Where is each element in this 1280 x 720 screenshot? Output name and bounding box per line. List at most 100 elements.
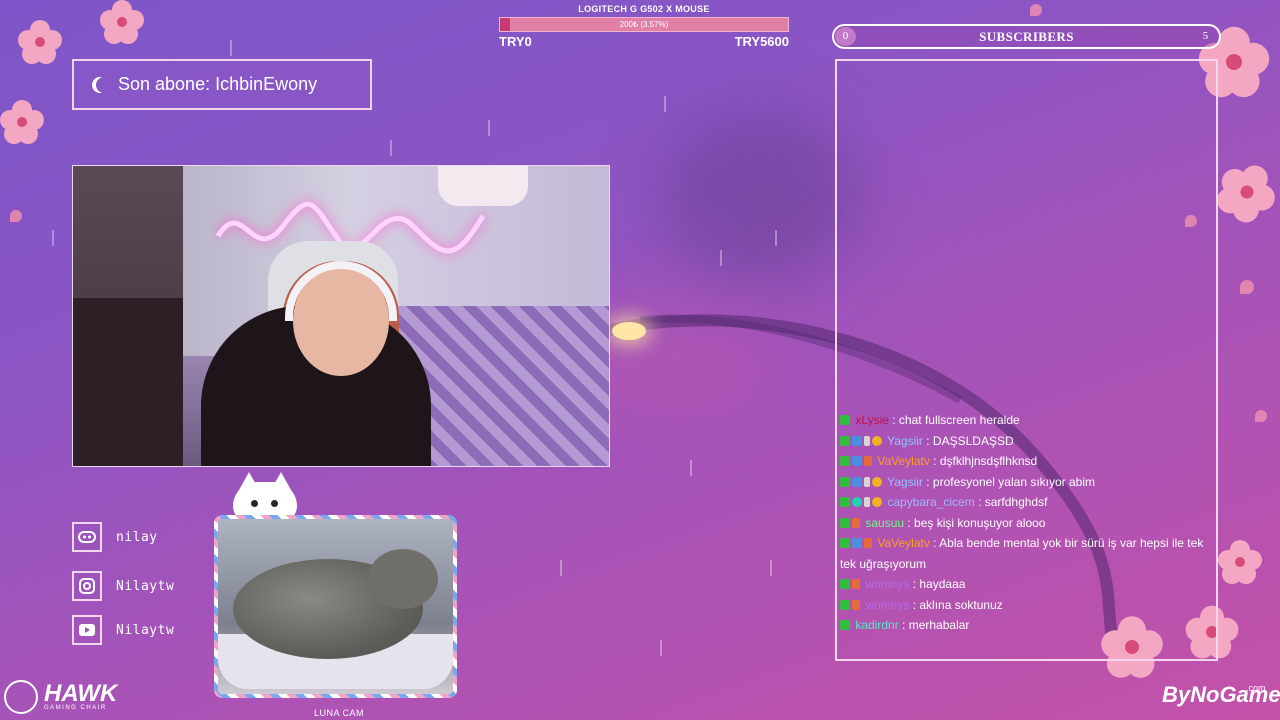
kick-badge-icon [840,620,850,630]
chat-text: : chat fullscreen heralde [892,413,1020,427]
lamp-glow [612,322,646,340]
rain-drop [690,460,692,476]
youtube-icon [72,615,102,645]
chat-text: : dşfklhjnsdşflhknsd [933,454,1038,468]
blossom-decoration [100,0,144,44]
kick-badge-icon [840,579,850,589]
bynogame-domain: .com [1246,683,1266,693]
rain-drop [390,140,392,156]
bits-badge-icon [864,476,870,487]
social-discord: nilay [72,522,158,552]
subscriber-badge-icon [852,435,862,446]
petal-decoration [1030,4,1042,16]
chat-username: VaVeylatv [877,536,930,550]
chat-message: capybara_cicem : sarfdhghdsf [840,492,1215,513]
chat-panel: xLysie : chat fullscreen heralde Yagsiir… [840,410,1215,636]
social-instagram: Nilaytw [72,571,174,601]
kick-badge-icon [840,476,850,487]
petal-decoration [1240,280,1254,294]
chat-username: VaVeylatv [877,454,930,468]
cat-cam-label: LUNA CAM [314,708,365,718]
goal-progress-text: 200₺ (3.57%) [619,20,669,29]
blossom-decoration [1208,153,1280,231]
subscribers-label: SUBSCRIBERS [979,29,1074,44]
goal-title: LOGITECH G G502 X MOUSE [578,4,710,14]
social-label-youtube: Nilaytw [116,622,175,638]
kick-badge-icon [840,517,850,528]
nitro-badge-icon [852,579,860,589]
rain-drop [770,560,772,576]
subscribers-goal: 0 SUBSCRIBERS 5 [832,24,1221,49]
petal-decoration [10,210,22,222]
chat-message: womnys : haydaaa [840,574,1215,595]
goal-progress-bar: 200₺ (3.57%) [499,17,789,32]
chat-username: Yagsiir [887,433,923,448]
subscribers-max: 5 [1202,30,1209,42]
kick-badge-icon [840,435,850,446]
chat-username: womnys [865,597,910,612]
chat-username: womnys [865,577,910,591]
hawk-name: HAWK [44,680,118,707]
chat-text: : haydaaa [912,577,966,591]
chat-message: Yagsiir : profesyonel yalan sıkıyor abim [840,472,1215,493]
chat-text: : merhabalar [902,618,970,632]
chat-message: VaVeylatv : dşfklhjnsdşflhknsd [840,451,1215,472]
chat-username: capybara_cicem [887,495,975,509]
gift-badge-icon [872,476,882,487]
rain-drop [775,230,777,246]
social-label-discord: nilay [116,529,158,545]
bits-badge-icon [864,497,870,507]
subscriber-badge-icon [852,538,862,548]
rain-drop [560,560,562,576]
hawk-subtitle: GAMING CHAIR [44,705,107,711]
chat-text: : profesyonel yalan sıkıyor abim [926,474,1096,489]
rain-drop [664,96,666,112]
kick-badge-icon [840,456,850,466]
chat-message: xLysie : chat fullscreen heralde [840,410,1215,431]
subscriber-badge-icon [852,476,862,487]
petal-decoration [1255,410,1267,422]
last-subscriber-text: Son abone: IchbinEwony [118,74,318,94]
nitro-badge-icon [864,538,872,548]
kick-badge-icon [840,538,850,548]
chat-text: : beş kişi konuşuyor alooo [907,515,1046,530]
heart-badge-icon [852,497,862,507]
chat-username: sausuu [865,515,905,530]
gift-badge-icon [872,435,882,446]
chat-username: Yagsiir [887,474,923,489]
kick-badge-icon [840,497,850,507]
rain-drop [230,40,232,56]
blossom-decoration [0,100,44,144]
chat-message: kadirdnr : merhabalar [840,615,1215,636]
ceiling-lamp [438,166,528,206]
chat-message: womnys : aklına soktunuz [840,595,1215,616]
social-label-instagram: Nilaytw [116,578,175,594]
chat-text: : sarfdhghdsf [978,495,1048,509]
goal-max: TRY5600 [734,34,789,49]
last-subscriber-panel: Son abone: IchbinEwony [72,59,372,110]
nitro-badge-icon [864,456,872,466]
chat-message: VaVeylatv : Abla bende mental yok bir sü… [840,533,1215,574]
chat-message: Yagsiir : DAŞSLDAŞSD [840,431,1215,452]
subscriber-badge-icon [852,456,862,466]
chat-username: kadirdnr [855,618,899,632]
blossom-decoration [18,20,62,64]
cat-cam-feed [214,515,457,698]
chat-message: sausuu : beş kişi konuşuyor alooo [840,513,1215,534]
kick-badge-icon [840,599,850,610]
chat-text: : aklına soktunuz [912,597,1003,612]
hawk-logo-icon [4,680,38,714]
instagram-icon [72,571,102,601]
nitro-badge-icon [852,599,860,610]
rain-drop [488,120,490,136]
webcam-drawer [73,298,183,466]
discord-icon [72,522,102,552]
donation-goal: LOGITECH G G502 X MOUSE 200₺ (3.57%) TRY… [499,4,789,49]
rain-drop [660,640,662,656]
background-cloud [660,110,860,280]
bits-badge-icon [864,435,870,446]
gift-badge-icon [872,497,882,507]
nitro-badge-icon [852,517,860,528]
social-youtube: Nilaytw [72,615,174,645]
webcam-feed [72,165,610,467]
